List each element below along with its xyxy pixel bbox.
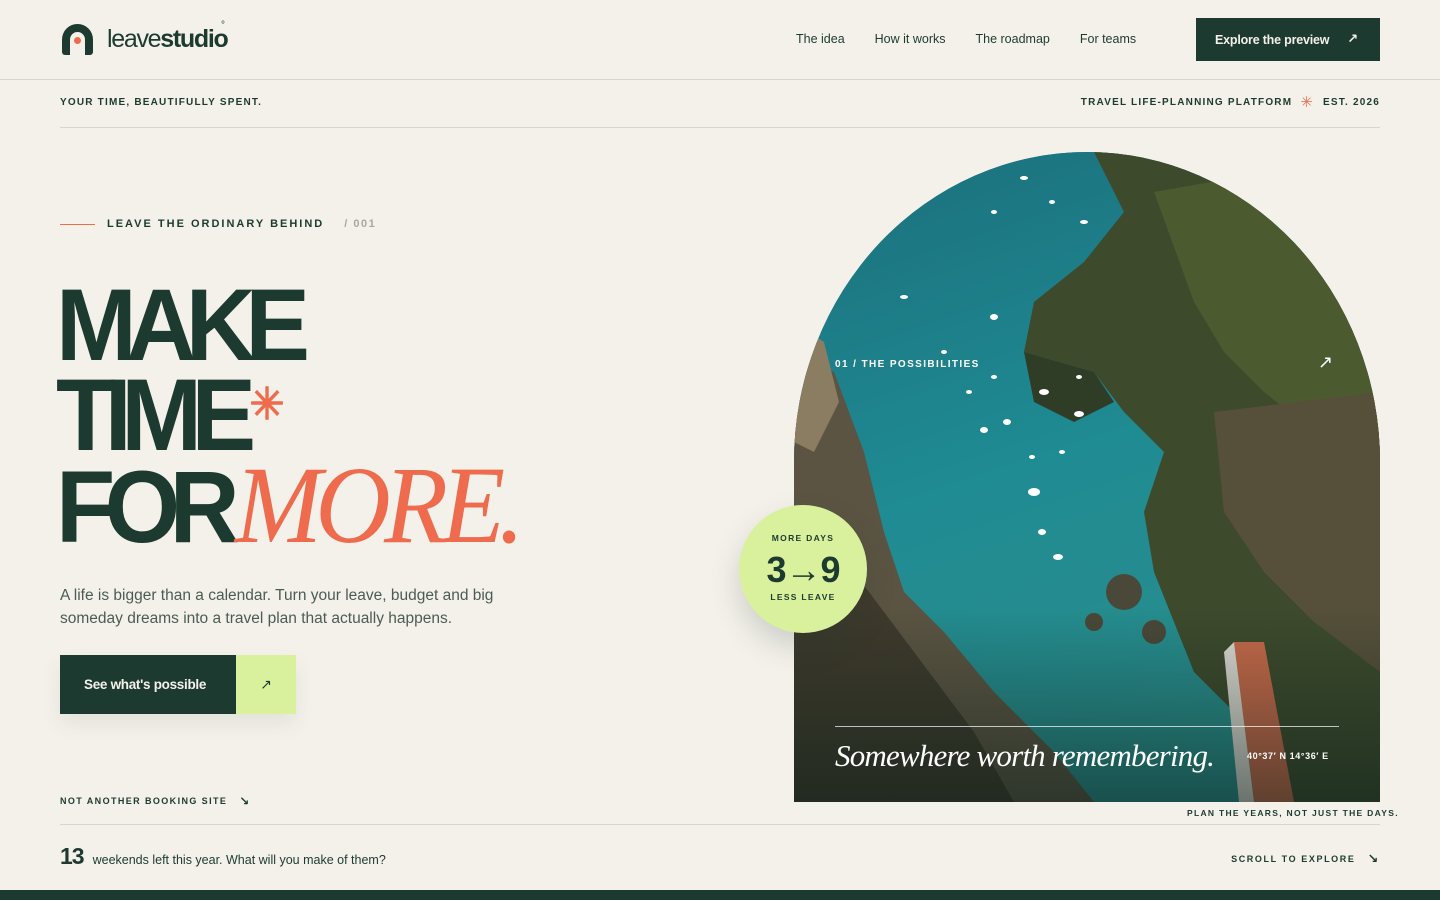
image-card-coordinates: 40°37′ N 14°36′ E xyxy=(1247,751,1329,761)
badge-value: 3→9 xyxy=(766,549,840,590)
asterisk-icon: ✳ xyxy=(1300,93,1315,111)
scroll-label: SCROLL TO EXPLORE xyxy=(1231,854,1356,864)
eyebrow-number: / 001 xyxy=(344,218,377,230)
explore-preview-label: Explore the preview xyxy=(1215,32,1330,47)
nav-link-the-roadmap[interactable]: The roadmap xyxy=(976,32,1050,46)
arrow-up-right-icon[interactable]: ↗ xyxy=(1318,352,1333,373)
sub-bar: YOUR TIME, BEAUTIFULLY SPENT. TRAVEL LIF… xyxy=(60,80,1380,128)
platform-info: TRAVEL LIFE-PLANNING PLATFORM ✳ EST. 202… xyxy=(1080,93,1380,111)
registered-mark: ° xyxy=(221,20,225,31)
nav-link-how-it-works[interactable]: How it works xyxy=(875,32,946,46)
arrow-up-right-icon: ↗ xyxy=(1347,31,1358,46)
site-header: leavestudio ° The idea How it works The … xyxy=(0,0,1440,80)
headline-line-3: FORMORE. xyxy=(56,450,525,560)
image-card-divider xyxy=(835,726,1339,727)
arrow-down-right-icon: ↘ xyxy=(1367,851,1380,866)
not-booking-label: NOT ANOTHER BOOKING SITE xyxy=(60,796,228,806)
arch-logo-icon xyxy=(62,24,93,55)
bottom-divider xyxy=(60,824,1380,825)
hero-headline: MAKE TIME✳ FORMORE. xyxy=(56,268,542,560)
not-booking-link[interactable]: NOT ANOTHER BOOKING SITE ↘ xyxy=(60,794,251,808)
headline-line-3-text: FOR xyxy=(56,450,240,564)
image-card-label: 01 / THE POSSIBILITIES xyxy=(835,359,980,370)
nav-link-the-idea[interactable]: The idea xyxy=(796,32,845,46)
headline-line-1: MAKE xyxy=(56,268,310,382)
badge-bottom-label: LESS LEAVE xyxy=(770,592,836,602)
brand-wordmark: leavestudio xyxy=(107,25,229,53)
image-card-quote: Somewhere worth remembering. xyxy=(835,738,1215,773)
asterisk-icon: ✳ xyxy=(249,380,285,429)
weekends-count: 13 xyxy=(60,843,85,869)
badge-top-label: MORE DAYS xyxy=(771,533,835,543)
arrow-down-right-icon: ↘ xyxy=(239,794,251,808)
nav-link-for-teams[interactable]: For teams xyxy=(1080,32,1136,46)
hero-image-card[interactable]: 01 / THE POSSIBILITIES ↗ Somewhere worth… xyxy=(794,152,1380,802)
established-label: EST. 2026 xyxy=(1323,97,1380,108)
image-caption: PLAN THE YEARS, NOT JUST THE DAYS. xyxy=(1187,808,1399,818)
tagline: YOUR TIME, BEAUTIFULLY SPENT. xyxy=(60,97,263,108)
brand-logo[interactable]: leavestudio ° xyxy=(62,20,229,55)
headline-accent: MORE. xyxy=(234,444,525,566)
hero-eyebrow: LEAVE THE ORDINARY BEHIND / 001 xyxy=(60,218,376,230)
see-whats-possible-button[interactable]: See what's possible ↗ xyxy=(60,655,296,714)
eyebrow-text: LEAVE THE ORDINARY BEHIND xyxy=(107,218,325,230)
weekends-text: weekends left this year. What will you m… xyxy=(92,853,386,867)
eyebrow-rule xyxy=(60,223,95,225)
weekends-counter: 13 weekends left this year. What will yo… xyxy=(60,843,386,870)
platform-label: TRAVEL LIFE-PLANNING PLATFORM xyxy=(1080,97,1293,108)
arrow-up-right-icon: ↗ xyxy=(236,655,296,714)
hero-lede: A life is bigger than a calendar. Turn y… xyxy=(60,587,494,627)
scroll-to-explore-link[interactable]: SCROLL TO EXPLORE ↘ xyxy=(1231,851,1380,867)
footer-band xyxy=(0,890,1440,900)
explore-preview-button[interactable]: Explore the preview ↗ xyxy=(1196,18,1380,61)
coastline-photo xyxy=(794,152,1380,802)
leave-stats-badge: MORE DAYS 3→9 LESS LEAVE xyxy=(739,505,867,633)
see-whats-possible-label: See what's possible xyxy=(60,655,236,714)
main-nav: The idea How it works The roadmap For te… xyxy=(796,32,1166,46)
